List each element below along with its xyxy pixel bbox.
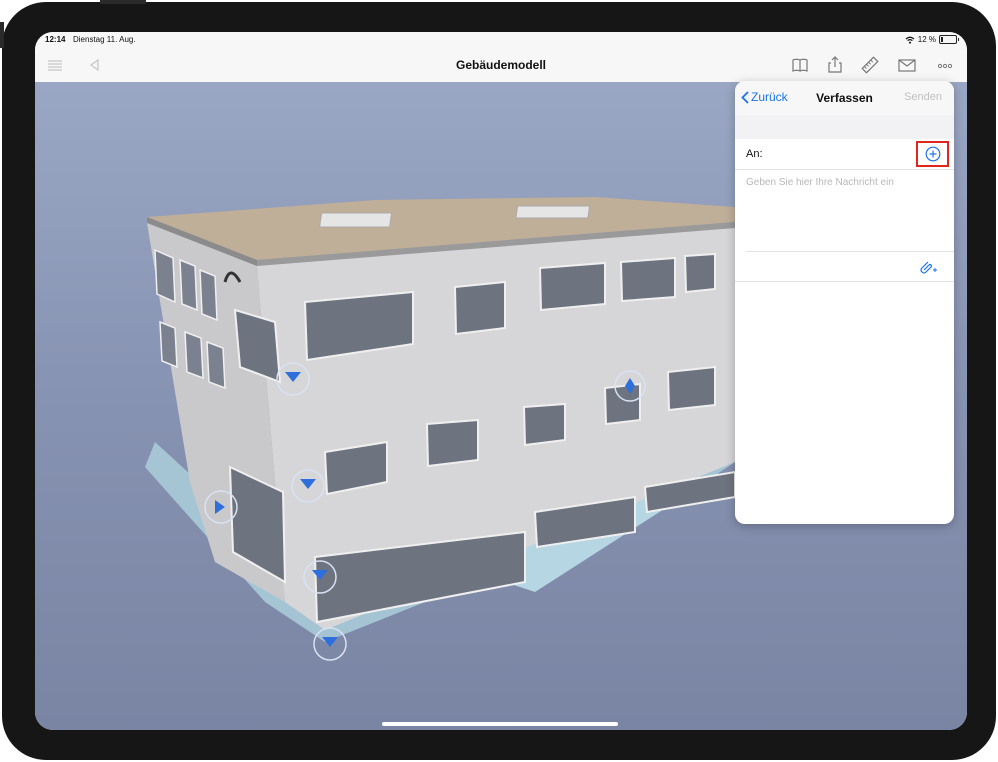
status-date: Dienstag 11. Aug. (73, 35, 136, 44)
attachment-divider (735, 281, 954, 282)
send-button[interactable]: Senden (904, 91, 942, 103)
more-icon[interactable] (935, 55, 955, 75)
nav-bar: Gebäudemodell (35, 48, 967, 83)
status-time: 12:14 (45, 35, 66, 44)
compose-spacer (735, 115, 954, 139)
add-recipient-button[interactable] (916, 141, 949, 167)
attachment-row (746, 251, 954, 282)
screen: 12:14 Dienstag 11. Aug. 12 % Gebäudemode… (35, 32, 967, 730)
battery-icon (939, 35, 959, 44)
status-right: 12 % (905, 35, 959, 44)
top-button (100, 0, 146, 4)
wifi-icon (905, 36, 915, 44)
mail-icon[interactable] (897, 55, 917, 75)
status-bar: 12:14 Dienstag 11. Aug. 12 % (35, 32, 967, 48)
book-icon[interactable] (790, 55, 810, 75)
message-input[interactable]: Geben Sie hier Ihre Nachricht ein (746, 177, 894, 188)
side-button (0, 22, 4, 48)
battery-percent: 12 % (917, 35, 936, 44)
home-indicator (382, 722, 618, 726)
recipient-label: An: (746, 148, 763, 160)
paperclip-add-icon[interactable] (918, 259, 938, 275)
ruler-icon[interactable] (860, 55, 880, 75)
recipient-row[interactable]: An: (735, 139, 954, 170)
compose-panel: Zurück Verfassen Senden An: Geben Sie hi… (735, 81, 954, 524)
share-icon[interactable] (825, 55, 845, 75)
compose-header: Zurück Verfassen Senden (735, 81, 954, 116)
plus-circle-icon (925, 146, 940, 162)
